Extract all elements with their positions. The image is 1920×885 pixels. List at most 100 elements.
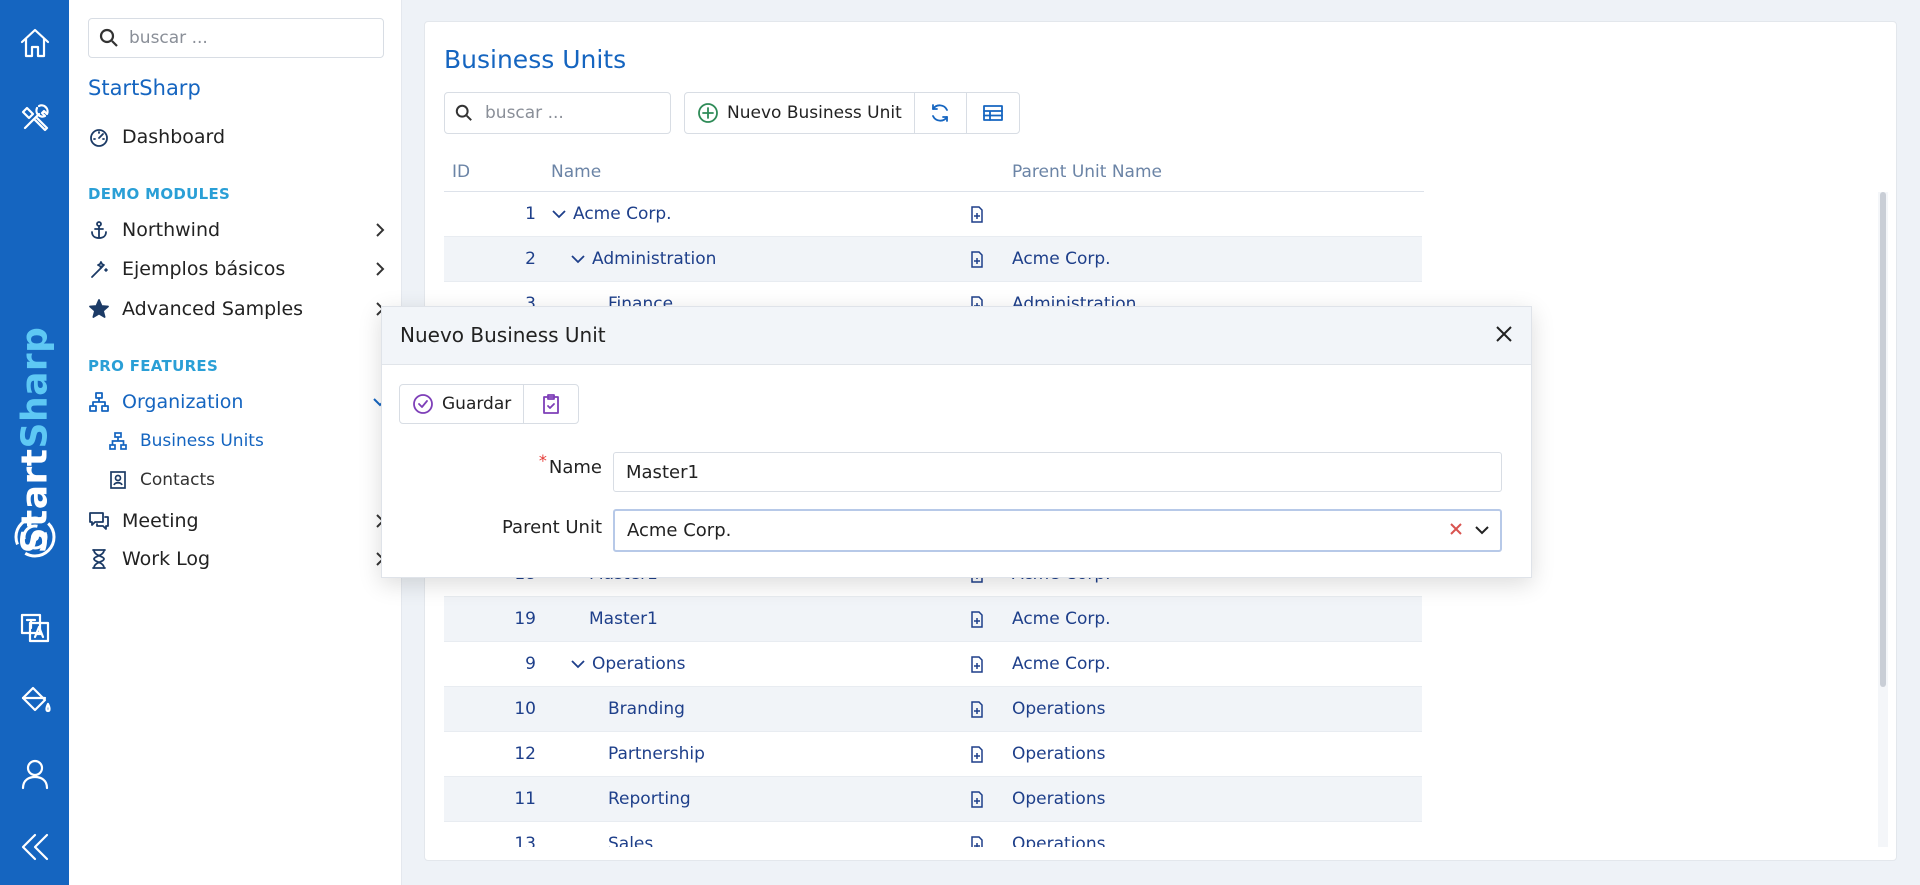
row-name-cell: Acme Corp.	[551, 204, 672, 224]
new-business-unit-button[interactable]: Nuevo Business Unit	[685, 93, 915, 133]
search-icon	[455, 104, 472, 121]
chat-icon	[89, 512, 109, 530]
row-id: 13	[514, 834, 536, 847]
row-name-link[interactable]: Master1	[589, 609, 658, 629]
clear-icon[interactable]	[1448, 521, 1464, 537]
apply-changes-button[interactable]	[524, 385, 578, 423]
row-parent-link[interactable]: Operations	[1012, 744, 1105, 764]
add-child-icon[interactable]	[969, 656, 985, 673]
sidebar-item-ejemplos-basicos[interactable]: Ejemplos básicos	[88, 253, 388, 285]
row-name-link[interactable]: Operations	[592, 654, 685, 674]
add-child-icon[interactable]	[969, 791, 985, 808]
row-name-cell: Operations	[570, 654, 685, 674]
sidebar-item-organization[interactable]: Organization	[88, 386, 388, 418]
add-child-icon[interactable]	[969, 251, 985, 268]
org-chart-icon	[89, 392, 109, 412]
sidebar-item-dashboard[interactable]: Dashboard	[88, 121, 388, 153]
row-parent-link[interactable]: Acme Corp.	[1012, 249, 1111, 269]
save-button[interactable]: Guardar	[400, 385, 525, 423]
home-icon[interactable]	[0, 13, 69, 73]
sidebar-item-northwind[interactable]: Northwind	[88, 214, 388, 246]
table-row: 9 Operations Acme Corp.	[444, 642, 1422, 687]
sidebar-item-meeting[interactable]: Meeting	[88, 505, 388, 537]
section-demo-modules: DEMO MODULES	[88, 185, 231, 203]
row-id: 11	[514, 789, 536, 809]
row-name-link[interactable]: Branding	[608, 699, 685, 719]
tools-icon[interactable]	[0, 88, 69, 148]
row-name-link[interactable]: Sales	[608, 834, 653, 847]
row-id: 1	[525, 204, 536, 224]
paint-bucket-icon[interactable]	[0, 670, 69, 730]
collapse-icon[interactable]	[0, 817, 69, 877]
clipboard-check-icon	[543, 394, 560, 414]
hourglass-icon	[92, 549, 106, 569]
star-icon	[89, 299, 109, 318]
row-id: 10	[514, 699, 536, 719]
chevron-down-icon[interactable]	[570, 656, 586, 672]
grid-search-placeholder: buscar ...	[485, 103, 564, 123]
column-id[interactable]: ID	[452, 162, 470, 182]
parent-unit-select[interactable]: Acme Corp.	[613, 509, 1502, 552]
name-field[interactable]: Master1	[613, 452, 1502, 492]
contact-card-icon	[110, 471, 126, 489]
add-child-icon[interactable]	[969, 701, 985, 718]
row-parent-link[interactable]: Acme Corp.	[1012, 654, 1111, 674]
row-name-link[interactable]: Acme Corp.	[573, 204, 672, 224]
grid-header: ID Name Parent Unit Name	[444, 158, 1424, 192]
grid-scrollbar[interactable]	[1878, 192, 1888, 847]
column-name[interactable]: Name	[551, 162, 601, 182]
row-parent-link[interactable]: Operations	[1012, 789, 1105, 809]
row-name-link[interactable]: Reporting	[608, 789, 691, 809]
refresh-button[interactable]	[915, 93, 967, 133]
sidebar-item-label: Northwind	[122, 219, 221, 241]
table-row: 19 Master1 Acme Corp.	[444, 597, 1422, 642]
sidebar-search-input[interactable]: buscar ...	[88, 18, 384, 58]
row-name-link[interactable]: Partnership	[608, 744, 705, 764]
scrollbar-thumb[interactable]	[1880, 192, 1886, 687]
user-icon[interactable]	[0, 744, 69, 804]
add-child-icon[interactable]	[969, 746, 985, 763]
row-id: 12	[514, 744, 536, 764]
dialog-header: Nuevo Business Unit	[382, 307, 1531, 365]
row-name-cell: Reporting	[608, 789, 691, 809]
add-circle-icon	[698, 103, 718, 123]
add-child-icon[interactable]	[969, 611, 985, 628]
refresh-icon	[932, 104, 949, 122]
chevron-down-icon[interactable]	[1474, 522, 1490, 538]
row-parent-link[interactable]: Operations	[1012, 834, 1105, 847]
row-name-cell: Administration	[570, 249, 716, 269]
sidebar-brand[interactable]: StartSharp	[88, 76, 201, 100]
sidebar-item-label: Meeting	[122, 510, 199, 532]
chevron-down-icon[interactable]	[570, 251, 586, 267]
row-id: 19	[514, 609, 536, 629]
grid-search-input[interactable]: buscar ...	[444, 92, 671, 134]
table-row: 10 Branding Operations	[444, 687, 1422, 732]
row-name-link[interactable]: Administration	[592, 249, 716, 269]
table-row: 13 Sales Operations	[444, 822, 1422, 847]
row-name-cell: Branding	[608, 699, 685, 719]
close-icon[interactable]	[1493, 323, 1515, 345]
sidebar-item-contacts[interactable]: Contacts	[108, 465, 368, 495]
parent-unit-value: Acme Corp.	[627, 520, 732, 541]
sidebar-item-business-units[interactable]: Business Units	[108, 426, 368, 456]
anchor-icon	[91, 221, 107, 239]
add-child-icon[interactable]	[969, 206, 985, 223]
sidebar-item-work-log[interactable]: Work Log	[88, 543, 388, 575]
new-business-unit-dialog: Nuevo Business Unit Guardar * Name Master…	[381, 306, 1532, 578]
row-parent-link[interactable]: Acme Corp.	[1012, 609, 1111, 629]
row-name-cell: Partnership	[608, 744, 705, 764]
page-title: Business Units	[444, 45, 627, 74]
column-parent-unit-name[interactable]: Parent Unit Name	[1012, 162, 1162, 182]
search-icon	[99, 28, 118, 47]
translate-icon[interactable]	[0, 598, 69, 658]
add-child-icon[interactable]	[969, 836, 985, 847]
sidebar-item-advanced-samples[interactable]: Advanced Samples	[88, 293, 388, 325]
org-chart-icon	[109, 432, 127, 450]
section-pro-features: PRO FEATURES	[88, 357, 219, 375]
row-parent-link[interactable]: Operations	[1012, 699, 1105, 719]
required-marker: *	[538, 451, 547, 470]
table-row: 12 Partnership Operations	[444, 732, 1422, 777]
name-field-value: Master1	[626, 461, 699, 483]
chevron-down-icon[interactable]	[551, 206, 567, 222]
column-picker-button[interactable]	[967, 93, 1019, 133]
